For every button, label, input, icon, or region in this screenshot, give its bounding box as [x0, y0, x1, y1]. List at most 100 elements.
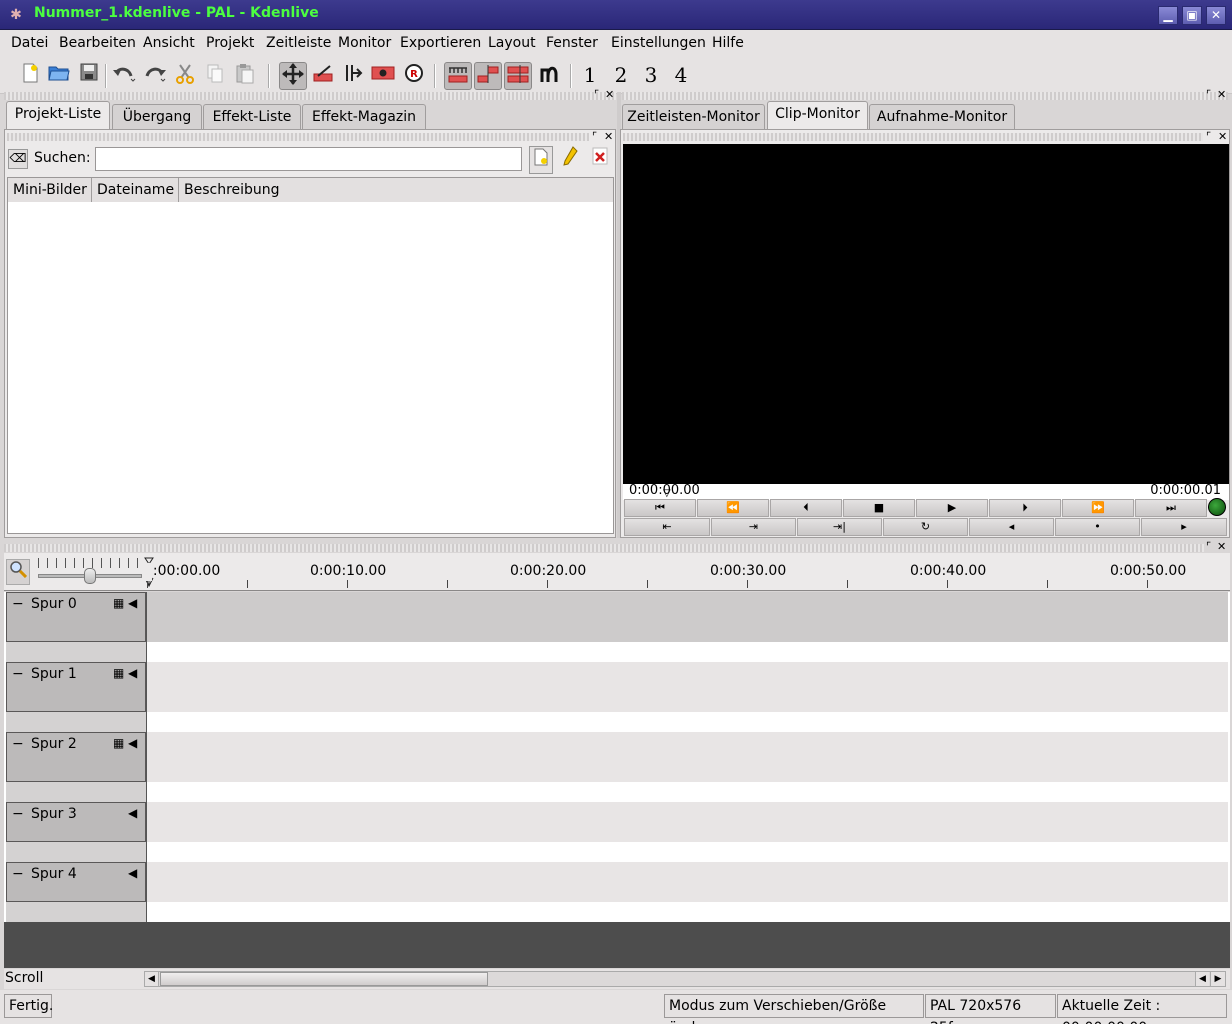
float-icon[interactable]: ⌜ [592, 131, 597, 142]
paste-icon[interactable] [231, 62, 259, 90]
loop-button[interactable]: ↻ [883, 518, 968, 536]
track-lane-3[interactable] [147, 802, 1228, 842]
zoom-slider-handle[interactable] [84, 568, 96, 584]
frame-forward-button[interactable]: ⏵ [989, 499, 1061, 517]
undo-icon[interactable] [110, 62, 138, 90]
track-header-1[interactable]: − Spur 1 ▦ ◀ [6, 662, 146, 712]
layout-1-button[interactable]: 1 [580, 60, 600, 90]
redo-icon[interactable] [141, 62, 169, 90]
column-beschreibung[interactable]: Beschreibung [179, 178, 613, 202]
snap-grid-icon[interactable] [444, 62, 472, 90]
goto-end-button[interactable]: ⏭ [1135, 499, 1207, 517]
snap-left-icon[interactable] [474, 62, 502, 90]
clear-search-icon[interactable]: ⌫ [8, 149, 28, 169]
title-bar[interactable]: ✱ Nummer_1.kdenlive - PAL - Kdenlive ▁ ▣… [0, 0, 1232, 30]
goto-start-button[interactable]: ⏮ [624, 499, 696, 517]
record-icon[interactable]: R [400, 62, 428, 90]
search-input[interactable] [95, 147, 522, 171]
razor-tool-icon[interactable] [309, 62, 337, 90]
track-lane-0[interactable] [147, 592, 1228, 642]
next-marker-button[interactable]: ▸ [1141, 518, 1227, 536]
track-lane-2[interactable] [147, 732, 1228, 782]
timeline-dock-handle[interactable] [4, 544, 1204, 552]
collapse-icon[interactable]: − [12, 666, 24, 682]
save-icon[interactable] [75, 62, 103, 90]
play-selection-button[interactable]: ⇥| [797, 518, 882, 536]
stop-button[interactable]: ■ [843, 499, 915, 517]
track-header-0[interactable]: − Spur 0 ▦ ◀ [6, 592, 146, 642]
move-tool-icon[interactable] [279, 62, 307, 90]
float-icon[interactable]: ⌜ [594, 89, 599, 100]
new-file-icon[interactable] [16, 62, 44, 90]
right-dock-handle[interactable] [622, 92, 1228, 100]
float-icon[interactable]: ⌜ [1206, 89, 1211, 100]
edit-clip-icon[interactable] [558, 146, 582, 174]
layout-3-button[interactable]: 3 [641, 60, 661, 90]
video-toggle-icon[interactable]: ▦ [113, 666, 124, 680]
float-icon[interactable]: ⌜ [1206, 131, 1211, 142]
collapse-icon[interactable]: − [12, 806, 24, 822]
audio-toggle-icon[interactable]: ◀ [128, 666, 137, 680]
menu-bearbeiten[interactable]: Bearbeiten [59, 33, 136, 53]
fast-forward-button[interactable]: ⏩ [1062, 499, 1134, 517]
video-toggle-icon[interactable]: ▦ [113, 736, 124, 750]
tab-effekt-magazin[interactable]: Effekt-Magazin [302, 104, 426, 130]
video-toggle-icon[interactable]: ▦ [113, 596, 124, 610]
tab-projekt-liste[interactable]: Projekt-Liste [6, 101, 110, 130]
playhead-marker-icon[interactable]: ▽ [663, 488, 671, 499]
close-icon[interactable]: ✕ [1217, 541, 1226, 552]
project-clip-list[interactable]: Mini-Bilder Dateiname Beschreibung [7, 177, 614, 534]
track-header-4[interactable]: − Spur 4 ◀ [6, 862, 146, 902]
add-marker-button[interactable]: • [1055, 518, 1140, 536]
menu-exportieren[interactable]: Exportieren [400, 33, 481, 53]
rewind-button[interactable]: ⏪ [697, 499, 769, 517]
close-icon[interactable]: ✕ [1218, 131, 1227, 142]
collapse-icon[interactable]: − [12, 866, 24, 882]
tab-zeitleisten-monitor[interactable]: Zeitleisten-Monitor [622, 104, 765, 130]
menu-fenster[interactable]: Fenster [546, 33, 598, 53]
cut-icon[interactable] [171, 62, 199, 90]
scroll-left-icon[interactable]: ◀ [145, 972, 159, 986]
previous-marker-button[interactable]: ◂ [969, 518, 1054, 536]
collapse-icon[interactable]: − [12, 596, 24, 612]
app-icon[interactable]: ✱ [8, 7, 24, 23]
frame-back-button[interactable]: ⏴ [770, 499, 842, 517]
track-header-3[interactable]: − Spur 3 ◀ [6, 802, 146, 842]
scroll-thumb[interactable] [160, 972, 488, 986]
scroll-back-icon[interactable]: ◀ [1195, 972, 1209, 986]
video-display[interactable] [623, 144, 1229, 484]
copy-icon[interactable] [201, 62, 229, 90]
column-mini-bilder[interactable]: Mini-Bilder [8, 178, 92, 202]
float-icon[interactable]: ⌜ [1206, 541, 1211, 552]
column-dateiname[interactable]: Dateiname [92, 178, 179, 202]
zoom-icon[interactable] [6, 559, 30, 585]
close-icon[interactable]: ✕ [605, 89, 614, 100]
minimize-button[interactable]: ▁ [1158, 6, 1178, 25]
fit-icon[interactable] [535, 62, 563, 90]
project-list-handle[interactable] [7, 133, 589, 141]
snap-right-icon[interactable] [504, 62, 532, 90]
audio-toggle-icon[interactable]: ◀ [128, 806, 137, 820]
close-icon[interactable]: ✕ [1217, 89, 1226, 100]
menu-einstellungen[interactable]: Einstellungen [611, 33, 706, 53]
close-icon[interactable]: ✕ [604, 131, 613, 142]
menu-datei[interactable]: Datei [11, 33, 48, 53]
set-in-point-button[interactable]: ⇤ [624, 518, 710, 536]
delete-clip-icon[interactable] [588, 146, 612, 174]
maximize-button[interactable]: ▣ [1182, 6, 1202, 25]
menu-projekt[interactable]: Projekt [206, 33, 254, 53]
play-button[interactable]: ▶ [916, 499, 988, 517]
audio-toggle-icon[interactable]: ◀ [128, 736, 137, 750]
scroll-right-icon[interactable]: ▶ [1210, 972, 1225, 986]
menu-layout[interactable]: Layout [488, 33, 536, 53]
spacer-tool-icon[interactable] [339, 62, 367, 90]
marker-tool-icon[interactable] [369, 62, 397, 90]
layout-4-button[interactable]: 4 [671, 60, 691, 90]
track-lane-1[interactable] [147, 662, 1228, 712]
audio-toggle-icon[interactable]: ◀ [128, 866, 137, 880]
layout-2-button[interactable]: 2 [611, 60, 631, 90]
tab-effekt-liste[interactable]: Effekt-Liste [203, 104, 301, 130]
add-clip-icon[interactable] [529, 146, 553, 174]
tab-clip-monitor[interactable]: Clip-Monitor [767, 101, 868, 130]
audio-toggle-icon[interactable]: ◀ [128, 596, 137, 610]
